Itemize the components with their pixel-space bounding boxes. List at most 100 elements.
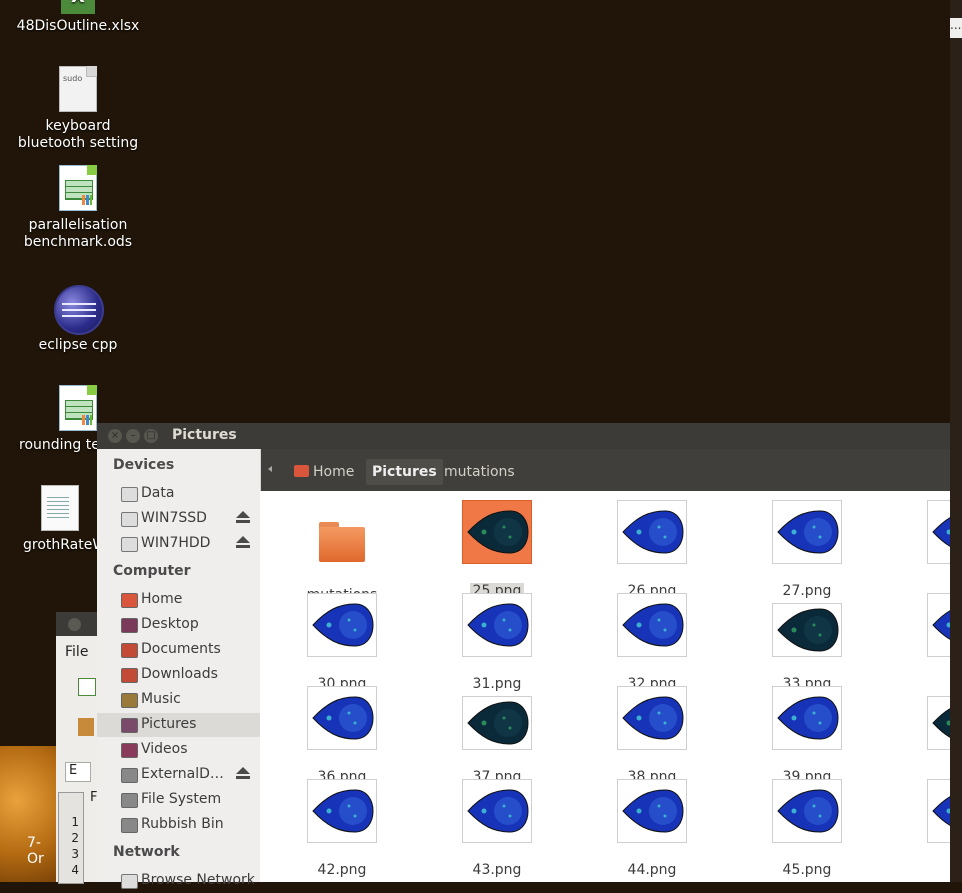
close-icon[interactable] — [68, 618, 81, 631]
videos-icon — [121, 743, 138, 758]
desktop-icon-label: keyboard bluetooth setting — [17, 118, 139, 151]
sidebar-item-label: Rubbish Bin — [141, 816, 224, 832]
sidebar-item-music[interactable]: Music — [97, 688, 260, 712]
eclipse-icon — [54, 285, 104, 335]
sidebar-item-externald[interactable]: ExternalD… — [97, 763, 260, 787]
data-icon — [121, 487, 138, 502]
breadcrumb-home[interactable]: Home — [288, 459, 360, 485]
sidebar-item-label: Desktop — [141, 616, 199, 632]
image-thumbnail — [462, 500, 532, 564]
sidebar-item-data[interactable]: Data — [97, 482, 260, 506]
file-grid: mutations25.png26.png27.png28 30.png31.pn… — [260, 491, 950, 882]
sidebar-item-home[interactable]: Home — [97, 588, 260, 612]
sidebar-item-videos[interactable]: Videos — [97, 738, 260, 762]
file-menu[interactable]: File — [65, 644, 88, 660]
file-item-43-png[interactable]: 43.png — [422, 779, 572, 878]
file-name: 45.png — [782, 862, 832, 878]
close-icon[interactable]: × — [108, 429, 122, 443]
image-thumbnail — [617, 686, 687, 750]
sidebar-item-label: Music — [141, 691, 181, 707]
desktop-icon-parallelisation[interactable]: parallelisation benchmark.ods — [8, 165, 148, 251]
file-item-31-png[interactable]: 31.png — [422, 593, 572, 692]
row-number: 4 — [71, 863, 79, 877]
text-file-icon — [36, 485, 84, 533]
image-thumbnail — [462, 779, 532, 843]
sidebar-item-win7ssd[interactable]: WIN7SSD — [97, 507, 260, 531]
script-file-icon: sudo — [54, 66, 102, 114]
image-thumbnail — [927, 696, 950, 750]
image-thumbnail — [617, 593, 687, 657]
row-number: 2 — [71, 831, 79, 845]
sidebar-item-label: Documents — [141, 641, 221, 657]
file-item-38-png[interactable]: 38.png — [577, 686, 727, 785]
sidebar-item-pictures[interactable]: Pictures — [97, 713, 260, 737]
eject-icon[interactable] — [236, 767, 250, 781]
maximize-icon[interactable]: □ — [144, 429, 158, 443]
section-devices: Devices — [113, 457, 175, 473]
music-icon — [121, 693, 138, 708]
desktop-icon-label: 48DisOutline.xlsx — [16, 18, 140, 34]
folder-item[interactable]: mutations — [267, 500, 417, 603]
sidebar-item-documents[interactable]: Documents — [97, 638, 260, 662]
file-item-40[interactable]: 40 — [887, 686, 950, 785]
minimize-icon[interactable]: – — [126, 429, 140, 443]
folder-icon — [319, 522, 365, 562]
image-thumbnail — [927, 779, 950, 843]
sidebar-item-label: Data — [141, 485, 175, 501]
home-folder-icon — [294, 465, 309, 477]
image-thumbnail — [617, 779, 687, 843]
eject-icon[interactable] — [236, 511, 250, 525]
sidebar-item-label: File System — [141, 791, 222, 807]
sidebar-item-desktop[interactable]: Desktop — [97, 613, 260, 637]
wallpaper-strip: 7-Or — [0, 746, 56, 882]
file-item-30-png[interactable]: 30.png — [267, 593, 417, 692]
file-item-34[interactable]: 34 — [887, 593, 950, 692]
file-item-25-png[interactable]: 25.png — [422, 500, 572, 599]
downloads-icon — [121, 668, 138, 683]
sidebar-item-file-system[interactable]: File System — [97, 788, 260, 812]
eject-icon[interactable] — [236, 536, 250, 550]
file-item-26-png[interactable]: 26.png — [577, 500, 727, 599]
file-item-46[interactable]: 46 — [887, 779, 950, 878]
cell-ref-field[interactable]: E — [65, 762, 91, 782]
home-icon — [121, 593, 138, 608]
image-thumbnail — [307, 686, 377, 750]
file-item-32-png[interactable]: 32.png — [577, 593, 727, 692]
sidebar-item-browse-network[interactable]: Browse Network — [97, 869, 260, 893]
right-edge-window: ... — [950, 0, 962, 882]
image-thumbnail — [927, 500, 950, 564]
image-thumbnail — [462, 696, 532, 750]
window-titlebar[interactable]: × – □ Pictures — [97, 423, 950, 449]
desktop-icon-keyboard-bluetooth[interactable]: sudo keyboard bluetooth setting — [8, 66, 148, 152]
sidebar-item-label: Pictures — [141, 716, 197, 732]
row-number: 1 — [71, 815, 79, 829]
file-item-37-png[interactable]: 37.png — [422, 686, 572, 785]
sidebar-item-rubbish-bin[interactable]: Rubbish Bin — [97, 813, 260, 837]
image-thumbnail — [307, 779, 377, 843]
file-item-33-png[interactable]: 33.png — [732, 593, 882, 692]
image-thumbnail — [772, 603, 842, 657]
sidebar-item-win7hdd[interactable]: WIN7HDD — [97, 532, 260, 556]
file-manager-window: × – □ Pictures Home Pictures mutations D… — [97, 423, 950, 889]
desktop-icon-xlsx[interactable]: X 48DisOutline.xlsx — [8, 0, 148, 35]
paste-icon — [78, 718, 94, 736]
desktop-icon-eclipse[interactable]: eclipse cpp — [8, 285, 148, 354]
file-item-28[interactable]: 28 — [887, 500, 950, 599]
window-title: Pictures — [172, 427, 237, 443]
file-item-45-png[interactable]: 45.png — [732, 779, 882, 878]
chevron-left-icon[interactable] — [268, 466, 272, 472]
sidebar-item-downloads[interactable]: Downloads — [97, 663, 260, 687]
places-sidebar: Devices Data WIN7SSD WIN7HDD Computer Home Des… — [97, 449, 261, 889]
image-thumbnail — [462, 593, 532, 657]
sudo-badge: sudo — [63, 74, 83, 83]
file-item-27-png[interactable]: 27.png — [732, 500, 882, 599]
file-item-42-png[interactable]: 42.png — [267, 779, 417, 878]
file-item-39-png[interactable]: 39.png — [732, 686, 882, 785]
file-item-44-png[interactable]: 44.png — [577, 779, 727, 878]
desktop-icon-label: eclipse cpp — [38, 337, 118, 353]
sidebar-item-label: WIN7HDD — [141, 535, 211, 551]
breadcrumb-mutations[interactable]: mutations — [438, 459, 521, 485]
location-toolbar: Home Pictures mutations — [260, 449, 950, 491]
breadcrumb-pictures[interactable]: Pictures — [366, 459, 443, 485]
file-item-36-png[interactable]: 36.png — [267, 686, 417, 785]
